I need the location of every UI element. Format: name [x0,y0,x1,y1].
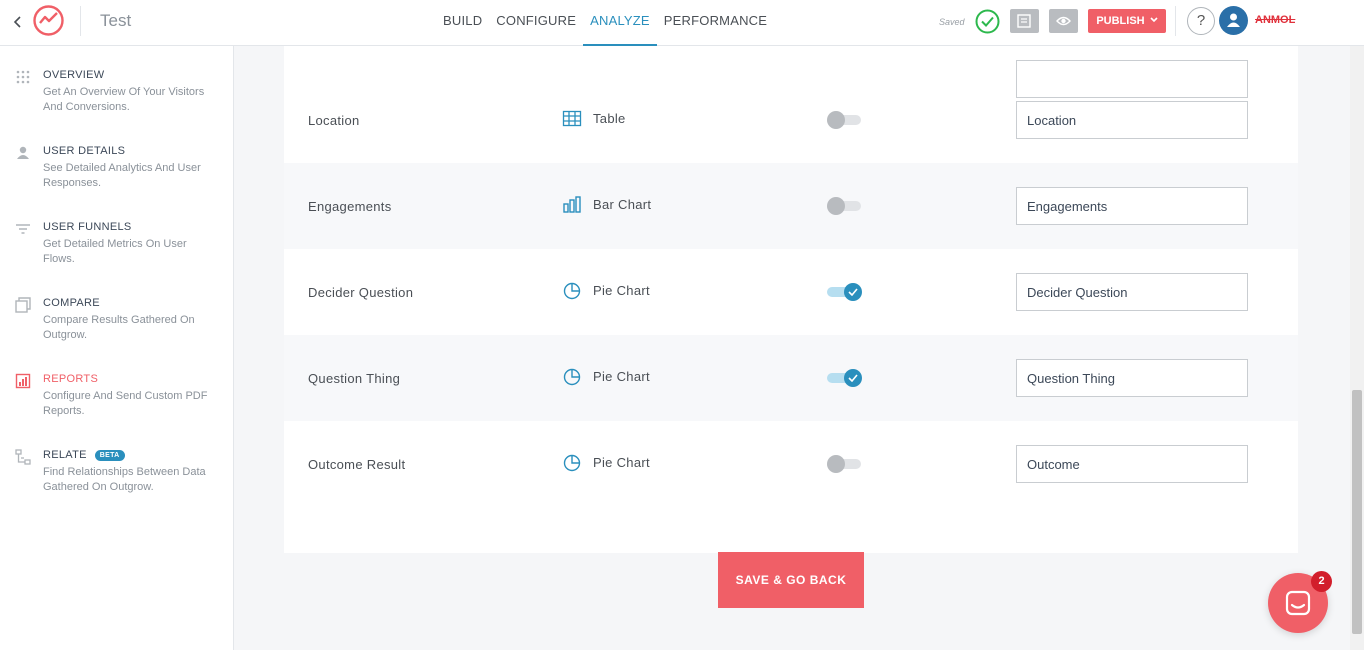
pages-button[interactable] [1010,9,1039,33]
table-row: Question Thing Pie Chart [284,335,1298,421]
toggle-switch[interactable] [827,196,863,216]
publish-button[interactable]: PUBLISH [1088,9,1166,33]
chart-type-label: Bar Chart [593,197,652,212]
title-input[interactable] [1016,101,1248,139]
user-icon [1227,13,1240,27]
sidebar-item-desc: Get An Overview Of Your Visitors And Con… [43,86,205,113]
publish-label: PUBLISH [1096,15,1145,27]
toggle-switch[interactable] [827,110,863,130]
user-icon [17,146,29,159]
chat-icon [1285,590,1311,616]
check-icon [848,288,858,296]
chevron-left-icon[interactable] [10,12,24,32]
filter-icon [16,224,30,234]
top-bar: Test BUILD CONFIGURE ANALYZE PERFORMANCE… [0,0,1364,46]
notification-badge: 2 [1311,571,1332,592]
table-row: Outcome Result Pie Chart [284,421,1298,507]
tab-configure[interactable]: CONFIGURE [489,0,583,46]
preview-button[interactable] [1049,9,1078,33]
sidebar-item-desc: Compare Results Gathered On Outgrow. [43,314,195,341]
sidebar-item-title: RELATE BETA [43,449,125,461]
toggle-knob [844,283,862,301]
tab-build[interactable]: BUILD [436,0,489,46]
sidebar-item-compare[interactable]: COMPARE Compare Results Gathered On Outg… [0,294,233,364]
sidebar-item-reports[interactable]: REPORTS Configure And Send Custom PDF Re… [0,370,233,440]
report-settings-panel: Location Table Engagements [284,46,1298,553]
sidebar-item-desc: Configure And Send Custom PDF Reports. [43,390,208,417]
toggle-switch[interactable] [827,368,863,388]
chart-type-label: Table [593,111,626,126]
toggle-switch[interactable] [827,282,863,302]
row-label: Outcome Result [308,457,406,472]
sidebar-item-desc: See Detailed Analytics And User Response… [43,162,201,189]
check-circle-icon [975,9,1000,34]
table-row: Location Table [284,77,1298,163]
table-row: Engagements Bar Chart [284,163,1298,249]
row-label: Engagements [308,199,392,214]
sidebar-item-title: USER DETAILS [43,145,126,157]
table-row: Decider Question Pie Chart [284,249,1298,335]
check-icon [848,374,858,382]
divider [1175,6,1176,36]
app-title: Test [100,11,132,30]
sidebar: OVERVIEW Get An Overview Of Your Visitor… [0,46,234,650]
toggle-switch[interactable] [827,454,863,474]
title-input[interactable] [1016,187,1248,225]
toggle-knob [827,111,845,129]
toggle-knob [844,369,862,387]
save-and-go-back-button[interactable]: SAVE & GO BACK [718,552,864,608]
sidebar-item-title: REPORTS [43,373,99,385]
avatar[interactable] [1219,6,1248,35]
eye-icon [1056,16,1071,26]
sidebar-item-title: COMPARE [43,297,100,309]
table-icon [562,110,582,127]
scrollbar-thumb[interactable] [1352,390,1362,634]
title-input[interactable] [1016,445,1248,483]
chart-type-label: Pie Chart [593,369,650,384]
sidebar-item-title: OVERVIEW [43,69,105,81]
sidebar-item-title: USER FUNNELS [43,221,132,233]
title-input[interactable] [1016,359,1248,397]
chart-type-label: Pie Chart [593,283,650,298]
chart-type-label: Pie Chart [593,455,650,470]
username[interactable]: ANMOL [1255,14,1295,26]
tab-performance[interactable]: PERFORMANCE [657,0,774,46]
sidebar-item-desc: Get Detailed Metrics On User Flows. [43,238,187,265]
scrollbar[interactable] [1350,46,1364,650]
toggle-knob [827,197,845,215]
sidebar-item-desc: Find Relationships Between Data Gathered… [43,466,206,493]
row-label: Question Thing [308,371,401,386]
pages-icon [1017,14,1031,28]
main-content: Location Table Engagements [234,46,1350,650]
beta-badge: BETA [94,450,125,461]
row-label: Location [308,113,360,128]
bar-chart-icon [563,196,581,213]
sidebar-item-relate[interactable]: RELATE BETA Find Relationships Between Da… [0,446,233,516]
title-input[interactable] [1016,273,1248,311]
compare-icon [15,297,31,313]
sidebar-item-user-details[interactable]: USER DETAILS See Detailed Analytics And … [0,142,233,212]
sidebar-item-label: RELATE [43,449,87,461]
toggle-knob [827,455,845,473]
report-icon [15,373,31,389]
pie-chart-icon [563,368,581,386]
main-nav: BUILD CONFIGURE ANALYZE PERFORMANCE [436,0,774,46]
row-label: Decider Question [308,285,414,300]
saved-status: Saved [939,17,965,27]
sidebar-item-overview[interactable]: OVERVIEW Get An Overview Of Your Visitor… [0,66,233,136]
chevron-down-icon [1150,17,1158,23]
divider [80,6,81,36]
grid-dots-icon [16,70,30,84]
relate-icon [15,449,31,465]
logo-icon[interactable] [32,4,65,37]
sidebar-item-user-funnels[interactable]: USER FUNNELS Get Detailed Metrics On Use… [0,218,233,288]
pie-chart-icon [563,282,581,300]
pie-chart-icon [563,454,581,472]
help-button[interactable]: ? [1187,7,1215,35]
tab-analyze[interactable]: ANALYZE [583,0,657,46]
